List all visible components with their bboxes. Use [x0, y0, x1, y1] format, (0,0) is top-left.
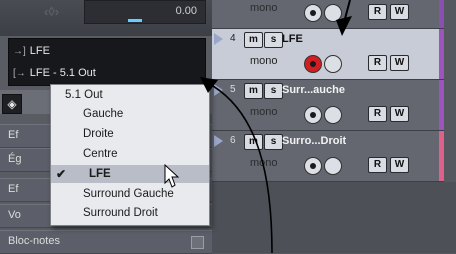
write-button[interactable]: W [390, 106, 409, 122]
track-number: 6 [230, 135, 236, 146]
track-row-selected[interactable]: 4 m s LFE mono R W [212, 29, 444, 80]
section-label: Vo [8, 209, 21, 221]
menu-item-surround-gauche[interactable]: Surround Gauche [51, 185, 209, 203]
volume-fader-indicator [128, 19, 142, 22]
output-routing-field[interactable]: [→ LFE - 5.1 Out [13, 63, 96, 83]
mute-button[interactable]: m [244, 83, 263, 99]
section-label: Ef [8, 183, 19, 195]
inspector-section-notepad[interactable]: Bloc-notes [0, 230, 212, 254]
track-number: 5 [230, 84, 236, 95]
solo-button[interactable]: s [264, 32, 283, 48]
track-color-strip [439, 0, 444, 28]
speaker-icon[interactable] [324, 157, 342, 175]
speaker-icon[interactable] [324, 55, 342, 73]
track-color-strip [439, 131, 444, 181]
routing-panel: →] LFE [→ LFE - 5.1 Out [8, 38, 206, 86]
check-icon: ✔ [56, 167, 67, 181]
track-list: mono R W 4 m s LFE mono R W 5 m s Surr..… [212, 0, 456, 253]
track-row[interactable]: mono R W [212, 0, 444, 29]
solo-button[interactable]: s [264, 83, 283, 99]
volume-fader[interactable]: 0.00 [84, 0, 206, 24]
read-button[interactable]: R [368, 157, 387, 173]
record-enable-button[interactable] [304, 157, 322, 175]
track-number: 4 [230, 33, 236, 44]
read-button[interactable]: R [368, 55, 387, 71]
read-button[interactable]: R [368, 4, 387, 20]
menu-item-centre[interactable]: Centre [51, 145, 209, 163]
menu-item-gauche[interactable]: Gauche [51, 105, 209, 123]
menu-item-lfe[interactable]: ✔ LFE [51, 165, 209, 183]
output-routing-label: LFE - 5.1 Out [29, 67, 96, 79]
track-color-strip [439, 29, 444, 79]
pan-knob-icon[interactable]: ‹◊› [44, 4, 68, 20]
mute-button[interactable]: m [244, 32, 263, 48]
menu-header-5-1-out: 5.1 Out [65, 89, 103, 101]
track-row[interactable]: 5 m s Surr...auche mono R W [212, 80, 444, 131]
section-label: Ef [8, 129, 19, 141]
solo-button[interactable]: s [264, 134, 283, 150]
input-arrow-icon: →] [13, 46, 26, 57]
track-name: LFE [282, 33, 303, 45]
notepad-icon[interactable] [191, 236, 204, 249]
menu-item-surround-droit[interactable]: Surround Droit [51, 204, 209, 222]
expand-track-icon[interactable] [214, 33, 223, 45]
read-button[interactable]: R [368, 106, 387, 122]
speaker-icon[interactable] [324, 106, 342, 124]
write-button[interactable]: W [390, 157, 409, 173]
track-row[interactable]: 6 m s Surro...Droit mono R W [212, 131, 444, 182]
section-label: Ég [8, 153, 22, 165]
diamond-icon[interactable]: ◈ [2, 94, 22, 114]
track-format: mono [250, 157, 278, 169]
speaker-icon[interactable] [324, 4, 342, 22]
menu-item-label: LFE [89, 168, 111, 180]
section-label: Bloc-notes [8, 235, 60, 247]
input-routing-label: LFE [29, 45, 50, 57]
write-button[interactable]: W [390, 55, 409, 71]
track-name: Surr...auche [282, 84, 345, 96]
track-color-strip [439, 80, 444, 130]
volume-value: 0.00 [175, 5, 197, 17]
track-list-empty-area[interactable] [212, 182, 456, 253]
output-arrow-icon: [→ [13, 68, 26, 79]
record-enable-button[interactable] [304, 55, 322, 73]
input-routing-field[interactable]: →] LFE [13, 41, 50, 61]
track-name: Surro...Droit [282, 135, 347, 147]
mute-button[interactable]: m [244, 134, 263, 150]
record-enable-button[interactable] [304, 106, 322, 124]
output-routing-menu: 5.1 Out Gauche Droite Centre ✔ LFE Surro… [50, 84, 210, 226]
monitor-button[interactable] [304, 4, 322, 22]
write-button[interactable]: W [390, 4, 409, 20]
track-format: mono [250, 106, 278, 118]
track-format: mono [250, 2, 278, 14]
expand-track-icon[interactable] [214, 135, 223, 147]
expand-track-icon[interactable] [214, 84, 223, 96]
track-format: mono [250, 55, 278, 67]
menu-item-droite[interactable]: Droite [51, 125, 209, 143]
